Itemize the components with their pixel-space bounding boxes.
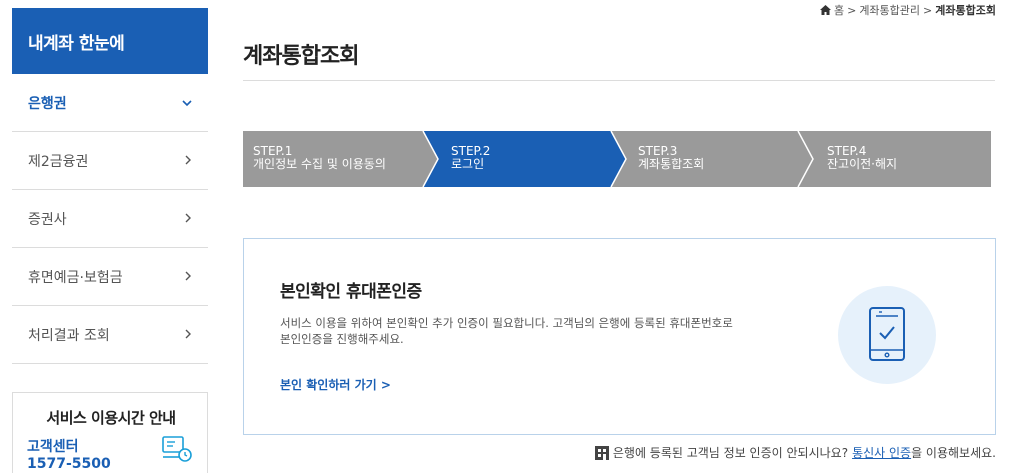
sidebar: 내계좌 한눈에 은행권 제2금융권 증권사 휴면예금·보험금 처리결과 조회 서… — [12, 8, 208, 473]
service-hours-title: 서비스 이용시간 안내 — [46, 409, 176, 427]
home-icon[interactable] — [819, 5, 831, 15]
step-1: STEP.1 개인정보 수집 및 이용동의 — [253, 145, 386, 171]
sidebar-item-label: 휴면예금·보험금 — [28, 269, 123, 286]
breadcrumb-separator: > — [847, 3, 857, 17]
schedule-icon — [162, 436, 192, 462]
chevron-right-icon — [185, 153, 192, 169]
breadcrumb: 홈 > 계좌통합관리 > 계좌통합조회 — [819, 2, 996, 18]
step-3-label: 계좌통합조회 — [638, 157, 705, 171]
sidebar-item-label: 증권사 — [28, 211, 67, 228]
sidebar-item-dormant[interactable]: 휴면예금·보험금 — [12, 248, 208, 306]
card-description-line-2: 본인인증을 진행해주세요. — [280, 332, 404, 346]
carrier-auth-note: 은행에 등록된 고객님 정보 인증이 안되시나요? 통신사 인증 을 이용해보세요… — [594, 444, 996, 461]
sidebar-item-label: 은행권 — [28, 95, 67, 112]
phone-check-icon — [869, 307, 905, 361]
chevron-right-icon — [185, 327, 192, 343]
chevron-right-icon — [185, 211, 192, 227]
breadcrumb-account-mgmt[interactable]: 계좌통합관리 — [859, 2, 920, 18]
customer-center: 고객센터 1577-5500 — [27, 439, 111, 473]
verify-identity-link[interactable]: 본인 확인하러 가기 > — [280, 376, 391, 393]
title-divider — [243, 80, 995, 81]
page-title: 계좌통합조회 — [243, 44, 359, 69]
step-3: STEP.3 계좌통합조회 — [638, 145, 704, 171]
chevron-down-icon — [182, 95, 192, 111]
step-4-label: 잔고이전·해지 — [827, 157, 898, 171]
step-progress: STEP.1 개인정보 수집 및 이용동의 STEP.2 로그인 STEP.3 … — [243, 131, 991, 187]
sidebar-item-label: 제2금융권 — [28, 153, 89, 170]
phone-verification-card: 본인확인 휴대폰인증 서비스 이용을 위하여 본인확인 추가 인증이 필요합니다… — [243, 238, 996, 435]
note-text-after: 을 이용해보세요. — [911, 446, 996, 460]
customer-center-phone: 1577-5500 — [27, 456, 111, 472]
sidebar-item-securities[interactable]: 증권사 — [12, 190, 208, 248]
customer-center-label: 고객센터 — [27, 439, 79, 455]
card-title: 본인확인 휴대폰인증 — [280, 282, 422, 302]
sidebar-item-label: 처리결과 조회 — [28, 327, 110, 344]
note-text-before: 은행에 등록된 고객님 정보 인증이 안되시나요? — [612, 446, 849, 460]
step-2-label: 로그인 — [451, 157, 485, 171]
step-4: STEP.4 잔고이전·해지 — [827, 145, 897, 171]
chevron-right-icon — [185, 269, 192, 285]
sidebar-item-secondary-finance[interactable]: 제2금융권 — [12, 132, 208, 190]
breadcrumb-home[interactable]: 홈 — [834, 2, 844, 18]
building-icon — [594, 445, 609, 460]
card-description: 서비스 이용을 위하여 본인확인 추가 인증이 필요합니다. 고객님의 은행에 … — [280, 315, 820, 347]
breadcrumb-current: 계좌통합조회 — [935, 4, 996, 17]
step-1-label: 개인정보 수집 및 이용동의 — [253, 157, 386, 171]
carrier-auth-link[interactable]: 통신사 인증 — [852, 444, 911, 461]
sidebar-item-results[interactable]: 처리결과 조회 — [12, 306, 208, 364]
service-hours-box: 서비스 이용시간 안내 고객센터 1577-5500 — [12, 392, 208, 473]
breadcrumb-separator: > — [923, 3, 933, 17]
step-2: STEP.2 로그인 — [451, 145, 490, 171]
sidebar-title: 내계좌 한눈에 — [12, 8, 208, 74]
phone-icon-circle — [838, 286, 936, 384]
card-description-line-1: 서비스 이용을 위하여 본인확인 추가 인증이 필요합니다. 고객님의 은행에 … — [280, 316, 733, 330]
sidebar-item-bank[interactable]: 은행권 — [12, 74, 208, 132]
